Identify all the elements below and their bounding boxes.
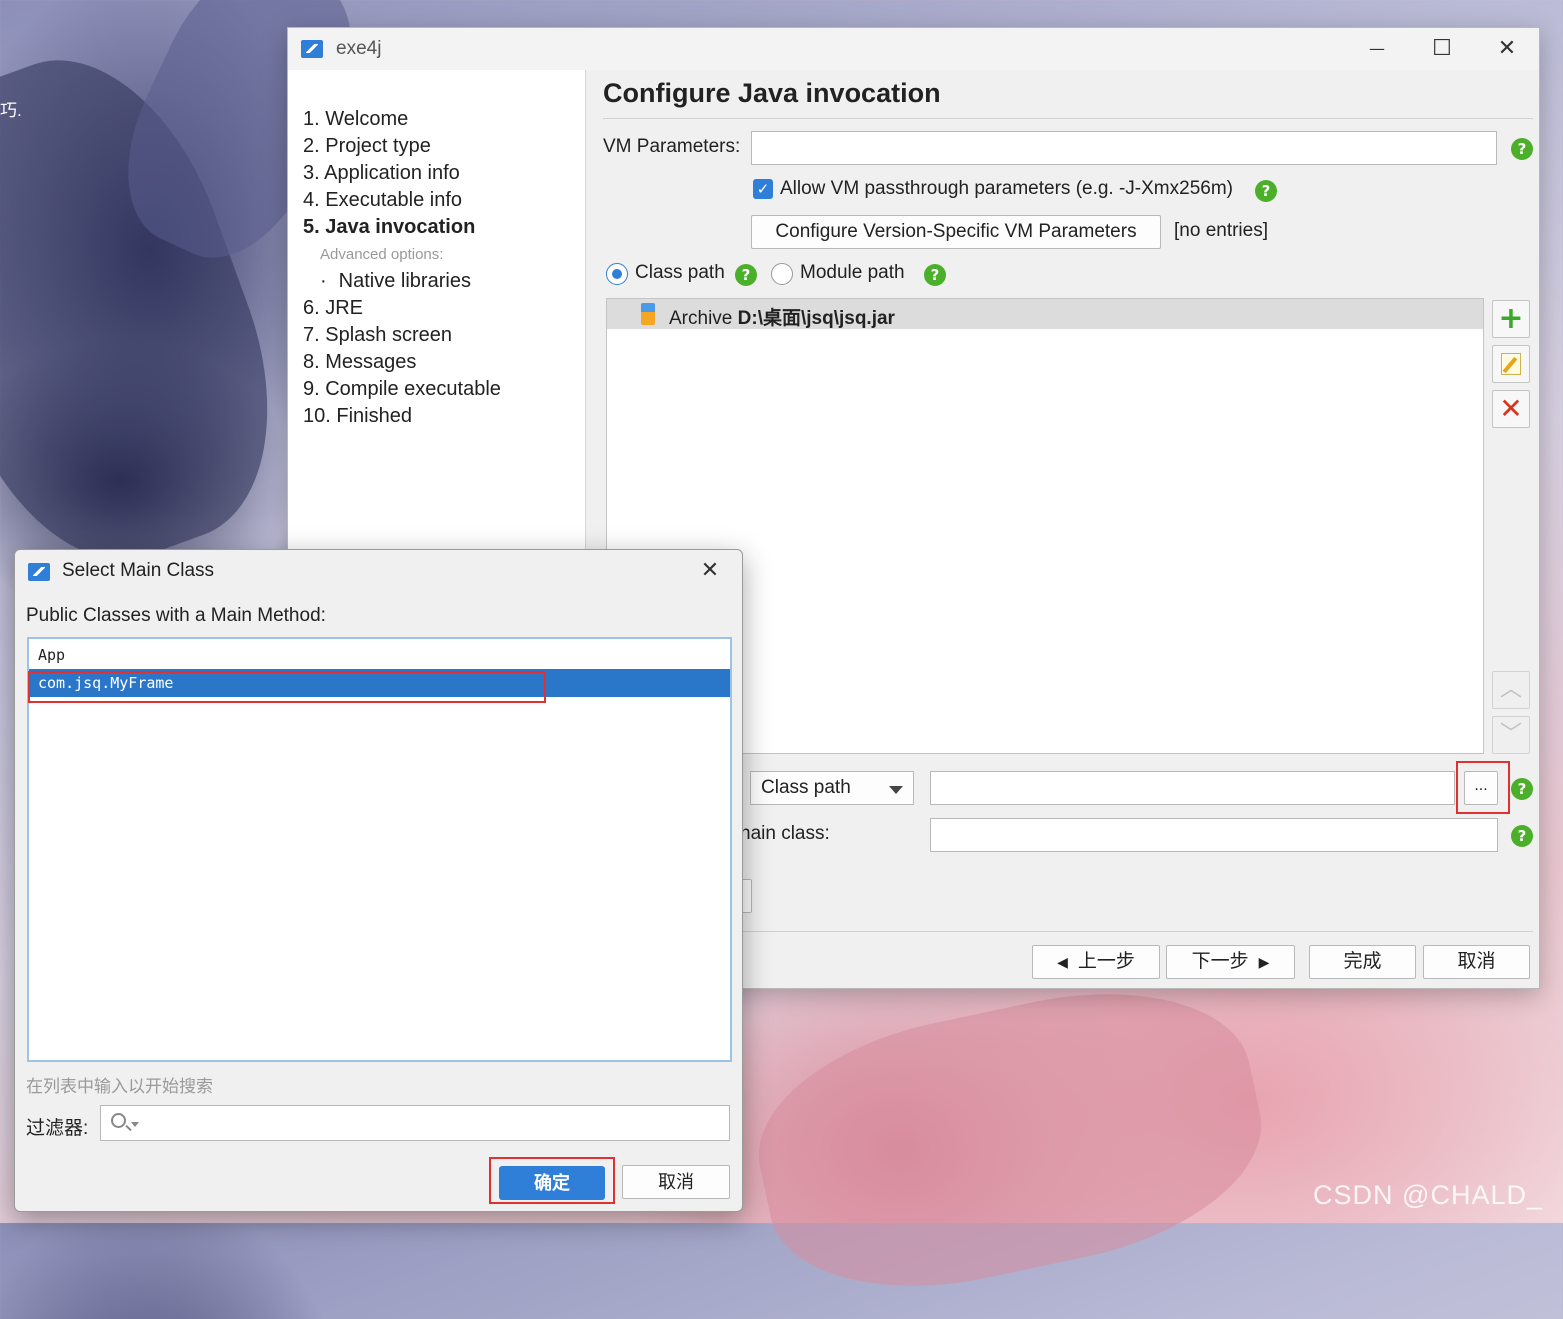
version-specific-status: [no entries] <box>1174 220 1268 241</box>
classpath-entry[interactable]: Archive D:\桌面\jsq\jsq.jar <box>607 299 1483 329</box>
back-button[interactable]: ◀ 上一步 <box>1032 945 1160 979</box>
help-icon[interactable]: ? <box>1511 778 1533 800</box>
highlight-box <box>489 1157 615 1204</box>
step-project-type[interactable]: 2. Project type <box>303 135 431 158</box>
module-path-radio[interactable] <box>771 263 793 285</box>
step-java-invocation[interactable]: 5. Java invocation <box>303 216 475 239</box>
help-icon[interactable]: ? <box>924 264 946 286</box>
module-path-radio-label: Module path <box>800 262 905 283</box>
native-libraries-label: Native libraries <box>338 270 471 292</box>
class-path-radio[interactable] <box>606 263 628 285</box>
configure-version-specific-button[interactable]: Configure Version-Specific VM Parameters <box>751 215 1161 249</box>
step-executable-info[interactable]: 4. Executable info <box>303 189 462 212</box>
remove-entry-button[interactable]: ✕ <box>1492 390 1530 428</box>
help-icon[interactable]: ? <box>1511 825 1533 847</box>
wallpaper-shape <box>738 960 1282 1319</box>
step-native-libraries[interactable]: · Native libraries <box>320 270 471 293</box>
back-button-label: 上一步 <box>1077 951 1135 972</box>
bullet-icon: · <box>320 270 327 292</box>
next-arrow-icon: ▶ <box>1258 954 1270 970</box>
dialog-title: Select Main Class <box>62 560 215 581</box>
move-down-button[interactable]: ﹀ <box>1492 716 1530 754</box>
main-class-from-value: Class path <box>761 777 851 798</box>
chevron-down-icon <box>889 786 903 794</box>
close-button[interactable]: ✕ <box>1484 34 1530 64</box>
vm-parameters-field[interactable] <box>751 131 1497 165</box>
step-jre[interactable]: 6. JRE <box>303 297 363 320</box>
next-button[interactable]: 下一步 ▶ <box>1166 945 1295 979</box>
next-button-label: 下一步 <box>1191 951 1249 972</box>
help-icon[interactable]: ? <box>1511 138 1533 160</box>
desktop-edge-text: 巧. <box>0 101 22 120</box>
allow-passthrough-checkbox[interactable]: ✓ <box>753 179 773 199</box>
highlight-box <box>1456 761 1510 814</box>
exe4j-app-icon <box>28 563 50 581</box>
exe4j-app-icon <box>301 40 323 58</box>
filter-label: 过滤器: <box>26 1118 89 1139</box>
step-finished[interactable]: 10. Finished <box>303 405 412 428</box>
edit-icon <box>1501 353 1521 375</box>
search-hint: 在列表中输入以开始搜索 <box>26 1077 213 1096</box>
step-messages[interactable]: 8. Messages <box>303 351 416 374</box>
finish-button[interactable]: 完成 <box>1309 945 1416 979</box>
vm-parameters-label: VM Parameters: <box>603 136 741 157</box>
list-item[interactable]: App <box>29 641 730 669</box>
step-welcome[interactable]: 1. Welcome <box>303 108 408 131</box>
advanced-options-heading: Advanced options: <box>320 246 444 263</box>
move-up-button[interactable]: ︿ <box>1492 671 1530 709</box>
divider <box>728 931 1533 932</box>
classpath-entry-text: Archive D:\桌面\jsq\jsq.jar <box>669 308 895 329</box>
class-list-label: Public Classes with a Main Method: <box>26 605 326 626</box>
step-compile-executable[interactable]: 9. Compile executable <box>303 378 501 401</box>
back-arrow-icon: ◀ <box>1057 954 1068 970</box>
dropdown-caret-icon <box>131 1122 139 1127</box>
select-main-class-dialog: Select Main Class ✕ Public Classes with … <box>14 549 743 1212</box>
search-icon <box>111 1113 126 1128</box>
title-bar[interactable]: exe4j — ☐ ✕ <box>288 28 1539 70</box>
jar-archive-icon <box>641 303 655 325</box>
page-title: Configure Java invocation <box>603 78 941 108</box>
step-application-info[interactable]: 3. Application info <box>303 162 460 185</box>
help-icon[interactable]: ? <box>1255 180 1277 202</box>
minimize-button[interactable]: — <box>1354 34 1400 64</box>
edit-entry-button[interactable] <box>1492 345 1530 383</box>
main-class-field[interactable] <box>930 818 1498 852</box>
dialog-close-button[interactable]: ✕ <box>687 556 733 586</box>
maximize-button[interactable]: ☐ <box>1419 34 1465 64</box>
main-class-from-select[interactable]: Class path <box>750 771 914 805</box>
add-entry-button[interactable]: + <box>1492 300 1530 338</box>
dialog-cancel-button[interactable]: 取消 <box>622 1165 730 1199</box>
highlight-box <box>28 671 546 703</box>
window-title: exe4j <box>336 38 382 59</box>
watermark: CSDN @CHALD_ <box>1313 1180 1543 1210</box>
help-icon[interactable]: ? <box>735 264 757 286</box>
divider <box>603 118 1533 119</box>
step-splash-screen[interactable]: 7. Splash screen <box>303 324 452 347</box>
cancel-button[interactable]: 取消 <box>1423 945 1530 979</box>
filter-input[interactable] <box>100 1105 730 1141</box>
class-path-radio-label: Class path <box>635 262 725 283</box>
allow-passthrough-label: Allow VM passthrough parameters (e.g. -J… <box>780 178 1233 199</box>
main-class-from-field[interactable] <box>930 771 1455 805</box>
main-class-label: nain class: <box>740 823 830 844</box>
